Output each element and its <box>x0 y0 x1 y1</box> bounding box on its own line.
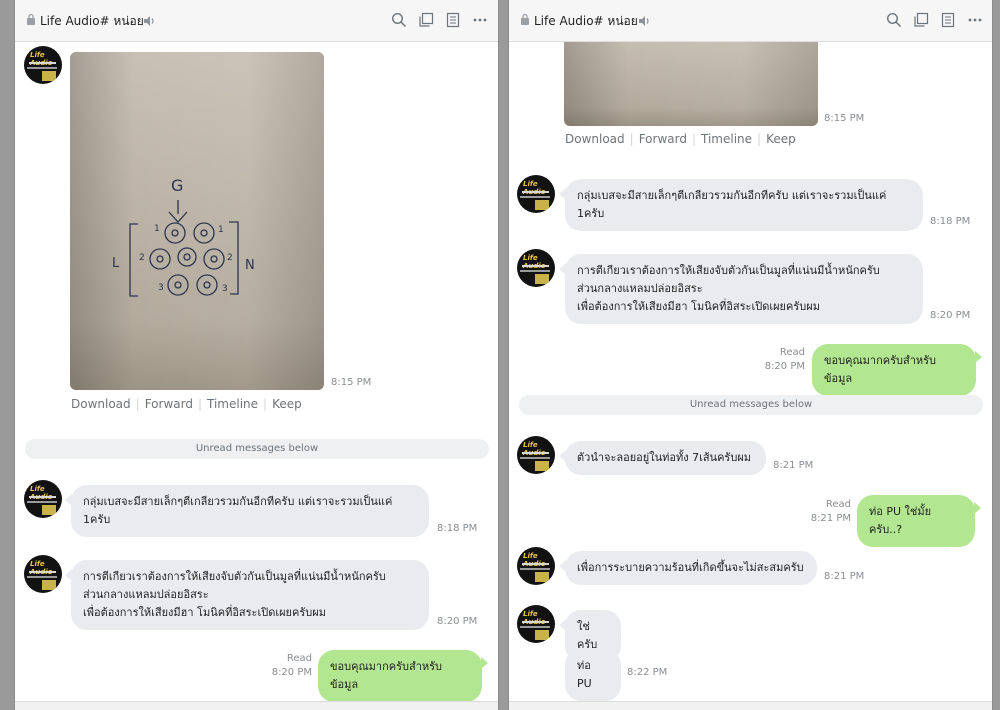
message-line: เพื่อต้องการให้เสียงมีฮา โมนิคที่อิสระเป… <box>577 300 820 313</box>
timeline-link[interactable]: Timeline <box>701 132 752 146</box>
message-time: 8:18 PM <box>437 523 478 534</box>
chat-window-right: Life Audio# หน่อย 8:15 PM Download | Forwa… <box>508 0 993 710</box>
chat-footer <box>15 701 498 710</box>
message-line: กลุ่มเบสจะมีสายเล็กๆตีเกลียวรวมกันอีกทีค… <box>577 189 887 202</box>
notes-icon[interactable] <box>445 12 461 28</box>
lock-icon <box>27 13 35 25</box>
chat-header: Life Audio# หน่อย <box>509 0 992 42</box>
lock-icon <box>521 13 529 25</box>
read-label: Read <box>825 499 851 510</box>
message-bubble[interactable]: ตัวนำจะลอยอยู่ในท่อทั้ง 7เส้นครับผม <box>559 441 766 475</box>
drawing-label-3b: 3 <box>222 284 228 294</box>
drawing-label-2b: 2 <box>227 253 233 263</box>
message-text: ท่อ PU <box>577 659 592 690</box>
chat-title: Life Audio# หน่อย <box>40 14 144 28</box>
timeline-link[interactable]: Timeline <box>207 397 258 411</box>
message-line: ส่วนกลางแหลมปล่อยอิสระ <box>577 282 703 295</box>
speaker-icon[interactable] <box>142 14 156 28</box>
avatar[interactable]: Life Audio <box>517 175 555 213</box>
chat-title: Life Audio# หน่อย <box>534 14 638 28</box>
message-text: ขอบคุณมากครับสำหรับข้อมูล <box>330 660 443 691</box>
message-bubble[interactable]: การตีเกียวเราต้องการให้เสียงจับตัวกันเป็… <box>65 560 429 630</box>
keep-link[interactable]: Keep <box>766 132 796 146</box>
sent-message-bubble[interactable]: ขอบคุณมากครับสำหรับข้อมูล <box>318 650 488 702</box>
unread-divider: Unread messages below <box>25 439 489 459</box>
message-time: 8:20 PM <box>764 361 805 372</box>
download-link[interactable]: Download <box>565 132 625 146</box>
message-bubble[interactable]: กลุ่มเบสจะมีสายเล็กๆตีเกลียวรวมกันอีกทีค… <box>559 179 923 231</box>
message-line: 1ครับ <box>83 513 111 526</box>
chat-window-left: Life Audio# หน่อย Life Audio <box>14 0 499 710</box>
message-time: 8:21 PM <box>824 571 865 582</box>
search-icon[interactable] <box>886 12 902 28</box>
message-time: 8:15 PM <box>824 113 865 124</box>
message-text: ตัวนำจะลอยอยู่ในท่อทั้ง 7เส้นครับผม <box>577 451 752 464</box>
message-time: 8:20 PM <box>437 616 478 627</box>
avatar[interactable]: Life Audio <box>517 436 555 474</box>
message-time: 8:15 PM <box>331 377 372 388</box>
message-line: ส่วนกลางแหลมปล่อยอิสระ <box>83 588 209 601</box>
chat-footer <box>509 701 992 710</box>
unread-divider: Unread messages below <box>519 395 983 415</box>
photo-actions: Download | Forward | Timeline | Keep <box>71 397 302 411</box>
sent-message-bubble[interactable]: ขอบคุณมากครับสำหรับข้อมูล <box>812 344 982 396</box>
message-list[interactable]: Life Audio G L N 1 1 2 2 <box>15 42 498 702</box>
message-text: ท่อ PU ใช่มั้ยครับ..? <box>869 505 932 536</box>
read-label: Read <box>286 653 312 664</box>
message-time: 8:21 PM <box>810 513 851 524</box>
drawing-label-2a: 2 <box>139 253 145 263</box>
message-bubble[interactable]: ท่อ PU <box>565 649 621 701</box>
message-line: 1ครับ <box>577 207 605 220</box>
drawing-label-1a: 1 <box>154 224 160 234</box>
avatar[interactable]: Life Audio <box>517 249 555 287</box>
drawing-label-n: N <box>245 258 255 273</box>
read-status: Read 8:21 PM <box>801 498 851 526</box>
message-time: 8:20 PM <box>930 310 971 321</box>
message-bubble[interactable]: กลุ่มเบสจะมีสายเล็กๆตีเกลียวรวมกันอีกทีค… <box>65 485 429 537</box>
drawing-label-g: G <box>171 176 184 195</box>
download-link[interactable]: Download <box>71 397 131 411</box>
sent-message-bubble[interactable]: ท่อ PU ใช่มั้ยครับ..? <box>857 495 981 547</box>
copy-icon[interactable] <box>913 12 929 28</box>
message-line: การตีเกียวเราต้องการให้เสียงจับตัวกันเป็… <box>83 570 386 583</box>
forward-link[interactable]: Forward <box>145 397 193 411</box>
avatar[interactable]: Life Audio <box>24 480 62 518</box>
message-line: การตีเกียวเราต้องการให้เสียงจับตัวกันเป็… <box>577 264 880 277</box>
photo-message[interactable] <box>564 32 818 126</box>
message-bubble[interactable]: การตีเกียวเราต้องการให้เสียงจับตัวกันเป็… <box>559 254 923 324</box>
copy-icon[interactable] <box>418 12 434 28</box>
message-time: 8:21 PM <box>773 460 814 471</box>
message-time: 8:20 PM <box>271 667 312 678</box>
message-line: เพื่อต้องการให้เสียงมีฮา โมนิคที่อิสระเป… <box>83 606 326 619</box>
search-icon[interactable] <box>391 12 407 28</box>
photo-actions: Download | Forward | Timeline | Keep <box>565 132 796 146</box>
message-time: 8:22 PM <box>627 667 668 678</box>
read-label: Read <box>779 347 805 358</box>
avatar[interactable]: Life Audio <box>24 555 62 593</box>
message-line: กลุ่มเบสจะมีสายเล็กๆตีเกลียวรวมกันอีกทีค… <box>83 495 393 508</box>
drawing-label-1b: 1 <box>218 225 224 235</box>
avatar[interactable]: Life Audio <box>24 46 62 84</box>
keep-link[interactable]: Keep <box>272 397 302 411</box>
message-list[interactable]: 8:15 PM Download | Forward | Timeline | Keep L… <box>509 32 992 701</box>
photo-message[interactable]: G L N 1 1 2 2 3 3 <box>70 52 324 390</box>
avatar[interactable]: Life Audio <box>517 605 555 643</box>
message-time: 8:18 PM <box>930 216 971 227</box>
more-icon[interactable] <box>967 12 983 28</box>
message-bubble[interactable]: เพื่อการระบายความร้อนที่เกิดขึ้นจะไม่สะส… <box>559 551 817 585</box>
read-status: Read 8:20 PM <box>262 652 312 680</box>
read-status: Read 8:20 PM <box>755 346 805 374</box>
drawing-sketch <box>129 200 239 297</box>
drawing-label-l: L <box>112 256 120 271</box>
forward-link[interactable]: Forward <box>639 132 687 146</box>
message-text: เพื่อการระบายความร้อนที่เกิดขึ้นจะไม่สะส… <box>577 561 804 574</box>
more-icon[interactable] <box>472 12 488 28</box>
notes-icon[interactable] <box>940 12 956 28</box>
drawing-label-3a: 3 <box>158 283 164 293</box>
speaker-icon[interactable] <box>637 14 651 28</box>
message-text: ขอบคุณมากครับสำหรับข้อมูล <box>824 354 937 385</box>
avatar[interactable]: Life Audio <box>517 547 555 585</box>
chat-header: Life Audio# หน่อย <box>15 0 498 42</box>
